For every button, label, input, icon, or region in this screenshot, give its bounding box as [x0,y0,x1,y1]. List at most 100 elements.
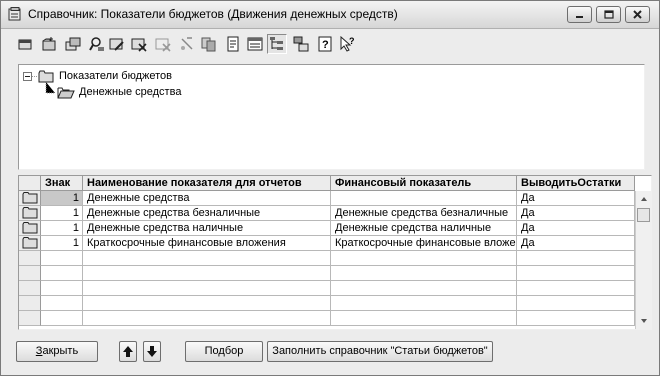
cell-sign[interactable] [41,281,83,296]
close-button[interactable]: Закрыть [16,341,98,362]
window: Справочник: Показатели бюджетов (Движени… [0,0,660,376]
cell-sign[interactable] [41,251,83,266]
cell-show-balance[interactable] [517,281,635,296]
row-marker [19,251,41,266]
cell-financial[interactable]: Денежные средства наличные [331,221,517,236]
cell-sign[interactable]: 1 [41,221,83,236]
table-row[interactable] [19,296,635,311]
tree-root-label[interactable]: Показатели бюджетов [59,70,172,82]
table-row[interactable] [19,311,635,326]
scroll-down-icon[interactable] [636,313,652,329]
table-row[interactable]: 1 Денежные средства наличные Денежные сред… [19,221,635,236]
cell-name[interactable]: Денежные средства наличные [83,221,331,236]
cell-show-balance[interactable]: Да [517,206,635,221]
column-header-financial[interactable]: Финансовый показатель [331,176,517,191]
cell-sign[interactable]: 1 [41,191,83,206]
scroll-up-icon[interactable] [636,191,652,207]
cell-name[interactable]: Денежные средства безналичные [83,206,331,221]
delete-icon[interactable] [131,36,147,52]
cell-sign[interactable] [41,266,83,281]
cell-name[interactable] [83,251,331,266]
hierarchy-icon [270,37,283,50]
cell-show-balance[interactable]: Да [517,221,635,236]
close-icon [633,10,642,19]
select-button[interactable]: Подбор [185,341,263,362]
table-row[interactable] [19,266,635,281]
cell-show-balance[interactable] [517,266,635,281]
table-corner [19,176,41,191]
cell-sign[interactable]: 1 [41,206,83,221]
cell-name[interactable] [83,311,331,326]
move-up-button[interactable] [119,341,137,362]
properties-icon[interactable] [225,36,241,52]
close-window-button[interactable] [625,6,650,23]
new-group-icon[interactable] [41,36,57,52]
folder-icon [22,192,38,204]
context-help-icon[interactable]: ? [339,36,355,52]
vertical-scrollbar[interactable] [635,191,652,329]
cell-name[interactable]: Денежные средства [83,191,331,206]
cell-financial[interactable] [331,311,517,326]
title-bar[interactable]: Справочник: Показатели бюджетов (Движени… [1,1,659,29]
items-table[interactable]: Знак Наименование показателя для отчетов… [18,175,652,330]
column-header-show-balance[interactable]: ВыводитьОстатки [517,176,635,191]
cell-sign[interactable]: 1 [41,236,83,251]
maximize-icon [604,10,614,19]
folder-icon [22,207,38,219]
list-icon[interactable] [247,36,263,52]
tree-view-icon[interactable] [293,36,309,52]
find-icon[interactable] [89,36,105,52]
row-marker [19,236,41,251]
help-icon[interactable]: ? [317,36,333,52]
cell-show-balance[interactable] [517,296,635,311]
cell-financial[interactable] [331,281,517,296]
cell-financial[interactable]: Денежные средства безналичные [331,206,517,221]
hierarchy-toggle[interactable] [267,34,287,54]
cell-show-balance[interactable] [517,251,635,266]
close-button-label: акрыть [42,345,79,357]
cell-financial[interactable]: Краткосрочные финансовые вложе [331,236,517,251]
row-marker [19,191,41,206]
toolbar: ? ? [1,29,659,59]
cell-name[interactable] [83,266,331,281]
move-down-button[interactable] [143,341,161,362]
mark-delete-icon[interactable] [155,36,171,52]
fill-catalog-button[interactable]: Заполнить справочник "Статьи бюджетов" [267,341,493,362]
group-tree[interactable]: Показатели бюджетов Денежные средства [18,64,645,170]
table-row[interactable] [19,251,635,266]
cell-show-balance[interactable]: Да [517,191,635,206]
open-folder-icon [57,87,75,99]
cell-financial[interactable] [331,191,517,206]
edit-icon[interactable] [109,36,125,52]
folder-icon [22,237,38,249]
copy-icon[interactable] [201,36,217,52]
cell-name[interactable]: Краткосрочные финансовые вложения [83,236,331,251]
row-marker [19,311,41,326]
cell-financial[interactable] [331,266,517,281]
maximize-button[interactable] [596,6,621,23]
new-item-icon[interactable] [17,36,33,52]
cell-financial[interactable] [331,296,517,311]
scroll-thumb[interactable] [637,208,650,222]
cell-sign[interactable] [41,296,83,311]
cell-name[interactable] [83,281,331,296]
table-row[interactable] [19,281,635,296]
column-header-name[interactable]: Наименование показателя для отчетов [83,176,331,191]
table-row[interactable]: 1 Краткосрочные финансовые вложения Кратко… [19,236,635,251]
cell-show-balance[interactable] [517,311,635,326]
row-marker [19,266,41,281]
catalog-icon [8,7,21,21]
column-header-sign[interactable]: Знак [41,176,83,191]
arrow-down-icon [147,346,157,357]
window-title: Справочник: Показатели бюджетов (Движени… [28,7,398,21]
cell-sign[interactable] [41,311,83,326]
cell-show-balance[interactable]: Да [517,236,635,251]
cell-name[interactable] [83,296,331,311]
move-icon[interactable] [179,36,195,52]
cell-financial[interactable] [331,251,517,266]
table-row[interactable]: 1 Денежные средства Да [19,191,635,206]
tree-child-label[interactable]: Денежные средства [79,86,181,98]
table-row[interactable]: 1 Денежные средства безналичные Денежные с… [19,206,635,221]
copy-item-icon[interactable] [65,36,81,52]
minimize-button[interactable] [567,6,592,23]
